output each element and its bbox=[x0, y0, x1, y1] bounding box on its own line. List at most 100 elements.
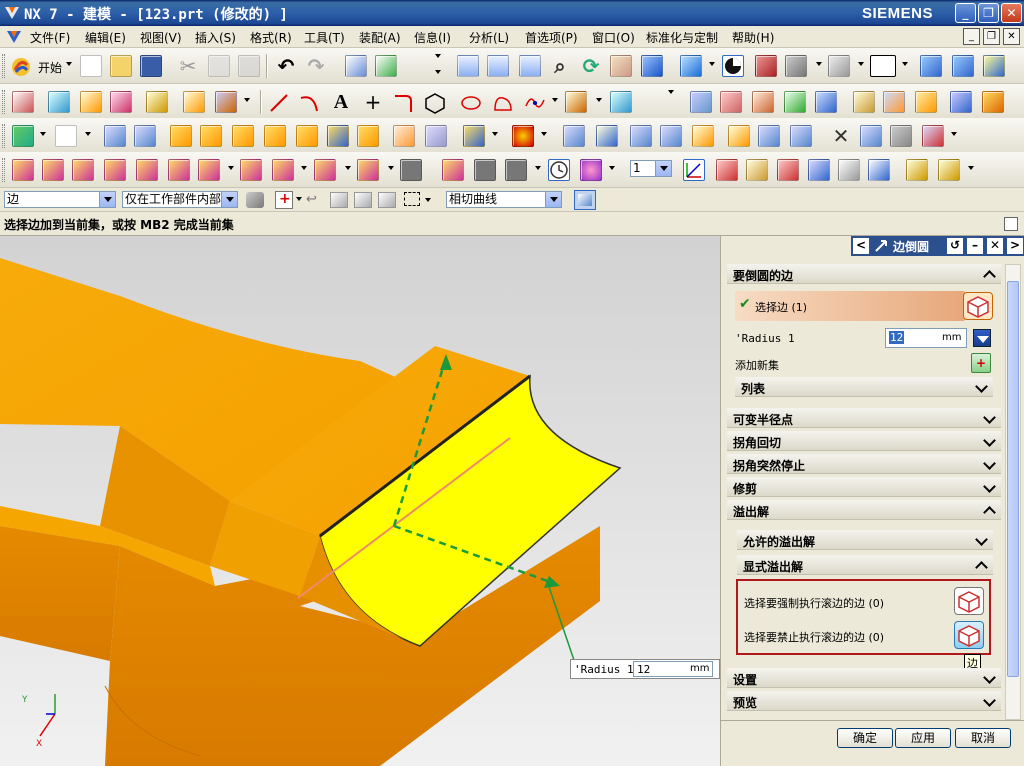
trim-body-icon[interactable] bbox=[357, 125, 379, 147]
studio-surface-icon[interactable] bbox=[853, 91, 875, 113]
dialog-expand-icon[interactable]: > bbox=[1007, 238, 1023, 254]
fillet-curve-icon[interactable] bbox=[392, 92, 414, 114]
draft-icon[interactable] bbox=[327, 125, 349, 147]
doc-minimize-button[interactable]: _ bbox=[963, 28, 980, 45]
cue-expand-icon[interactable] bbox=[1004, 217, 1018, 231]
select-feature-icon[interactable] bbox=[12, 159, 34, 181]
gear-icon[interactable] bbox=[512, 125, 534, 147]
pattern-dropdown-icon[interactable] bbox=[492, 132, 498, 136]
offset-curve-icon[interactable] bbox=[565, 91, 587, 113]
split-body-icon[interactable] bbox=[660, 125, 682, 147]
replace-face-icon[interactable] bbox=[860, 125, 882, 147]
close-button[interactable]: ✕ bbox=[1001, 3, 1022, 23]
dialog-close-icon[interactable]: ✕ bbox=[987, 238, 1003, 254]
wireframe-icon[interactable] bbox=[755, 55, 777, 77]
radius-options-icon[interactable] bbox=[973, 329, 991, 347]
line-icon[interactable] bbox=[268, 92, 290, 114]
color-dropdown-icon[interactable] bbox=[902, 62, 908, 66]
collapse-chevron-icon[interactable] bbox=[975, 557, 989, 571]
show-only-icon[interactable] bbox=[357, 159, 379, 181]
pocket-icon[interactable] bbox=[758, 125, 780, 147]
layer-icon[interactable] bbox=[400, 159, 422, 181]
expand-chevron-icon[interactable] bbox=[975, 532, 989, 546]
section-corner-setback[interactable]: 拐角回切 bbox=[727, 431, 1001, 451]
spline-icon[interactable] bbox=[524, 92, 546, 114]
rectangle-dropdown-icon[interactable] bbox=[425, 198, 431, 202]
polygon-icon[interactable] bbox=[424, 92, 446, 114]
expand-chevron-icon[interactable] bbox=[975, 379, 989, 393]
maximize-button[interactable]: ❐ bbox=[978, 3, 999, 23]
copy-icon[interactable] bbox=[208, 55, 230, 77]
prevent-roll-cube-icon[interactable] bbox=[954, 621, 984, 649]
doc-restore-button[interactable]: ❐ bbox=[983, 28, 1000, 45]
cut-icon[interactable]: ✂ bbox=[177, 55, 199, 77]
scrollbar-thumb[interactable] bbox=[1007, 281, 1019, 677]
block-icon[interactable] bbox=[170, 125, 192, 147]
blend-face-icon[interactable] bbox=[200, 125, 222, 147]
wcs-dynamic-icon[interactable] bbox=[683, 159, 705, 181]
pattern-icon[interactable] bbox=[463, 125, 485, 147]
datum-dropdown-icon[interactable] bbox=[40, 132, 46, 136]
select-arrow-icon[interactable] bbox=[838, 159, 860, 181]
revolve-feature-icon[interactable] bbox=[134, 125, 156, 147]
layer-dropdown-icon[interactable] bbox=[655, 161, 671, 176]
assembly-filter-icon[interactable] bbox=[246, 192, 264, 208]
bounded-plane-icon[interactable] bbox=[815, 91, 837, 113]
fit-view-icon[interactable] bbox=[457, 55, 479, 77]
toolbar-more-icon[interactable] bbox=[435, 70, 441, 74]
app-menu-icon[interactable] bbox=[6, 29, 22, 45]
menu-insert[interactable]: 插入(S) bbox=[195, 29, 236, 46]
spline-dropdown-icon[interactable] bbox=[552, 98, 558, 102]
snap-icon[interactable] bbox=[983, 55, 1005, 77]
regenerate-icon[interactable] bbox=[580, 159, 602, 181]
section-variable-radius[interactable]: 可变半径点 bbox=[727, 408, 1001, 428]
radius-input[interactable]: 12 mm bbox=[885, 328, 967, 348]
apply-button[interactable]: 应用 bbox=[895, 728, 951, 748]
point-dropdown-icon[interactable] bbox=[244, 98, 250, 102]
select-body-icon[interactable] bbox=[42, 159, 64, 181]
menu-information[interactable]: 信息(I) bbox=[414, 29, 451, 46]
layer-select[interactable]: 1 bbox=[630, 160, 672, 177]
start-icon[interactable] bbox=[10, 56, 32, 78]
hide-icon[interactable] bbox=[240, 159, 262, 181]
blank-icon[interactable] bbox=[314, 159, 336, 181]
offset-face-icon[interactable] bbox=[393, 125, 415, 147]
wcs-orient-icon[interactable] bbox=[777, 159, 799, 181]
menu-analysis[interactable]: 分析(L) bbox=[469, 29, 509, 46]
intersect-icon[interactable] bbox=[630, 125, 652, 147]
redo-icon[interactable]: ↷ bbox=[305, 55, 327, 77]
start-label[interactable]: 开始 bbox=[38, 59, 62, 76]
arrow-icon[interactable]: ↩ bbox=[306, 192, 317, 207]
menu-window[interactable]: 窗口(O) bbox=[592, 29, 635, 46]
type-filter-dropdown-icon[interactable] bbox=[99, 192, 115, 207]
force-roll-cube-icon[interactable] bbox=[954, 587, 984, 615]
section-edges-to-blend[interactable]: 要倒圆的边 bbox=[727, 264, 1001, 284]
expand-chevron-icon[interactable] bbox=[983, 410, 997, 424]
toolbar-grip[interactable] bbox=[2, 54, 5, 78]
offset-dropdown-icon[interactable] bbox=[596, 98, 602, 102]
move-face-icon[interactable] bbox=[922, 125, 944, 147]
menu-edit[interactable]: 编辑(E) bbox=[85, 29, 126, 46]
offset-surface-icon[interactable] bbox=[982, 91, 1004, 113]
curve-rule-dropdown-icon[interactable] bbox=[545, 192, 561, 207]
extrude-feature-icon[interactable] bbox=[104, 125, 126, 147]
snap-point-icon[interactable]: + bbox=[275, 191, 293, 209]
dialog-collapse-icon[interactable]: < bbox=[853, 238, 869, 254]
styled-sweep-icon[interactable] bbox=[883, 91, 905, 113]
select-dropdown-icon[interactable] bbox=[228, 166, 234, 170]
select-multi-icon[interactable] bbox=[868, 159, 890, 181]
point-icon[interactable] bbox=[215, 91, 237, 113]
section-allowed-overflow[interactable]: 允许的溢出解 bbox=[737, 530, 993, 550]
slot-icon[interactable] bbox=[790, 125, 812, 147]
select-edge-row[interactable]: ✔ 选择边 (1) bbox=[735, 291, 965, 321]
dialog-reset-icon[interactable]: ↺ bbox=[947, 238, 963, 254]
render-style-icon[interactable] bbox=[722, 55, 744, 77]
show-only-dropdown-icon[interactable] bbox=[388, 166, 394, 170]
expand-chevron-icon[interactable] bbox=[983, 670, 997, 684]
shell-icon[interactable] bbox=[296, 125, 318, 147]
intent-rule-icon[interactable] bbox=[378, 192, 396, 208]
edge-blend-icon[interactable] bbox=[232, 125, 254, 147]
select-edge-cube-icon[interactable] bbox=[963, 292, 993, 320]
synchronous-dropdown-icon[interactable] bbox=[951, 132, 957, 136]
section-preview[interactable]: 预览 bbox=[727, 691, 1001, 711]
